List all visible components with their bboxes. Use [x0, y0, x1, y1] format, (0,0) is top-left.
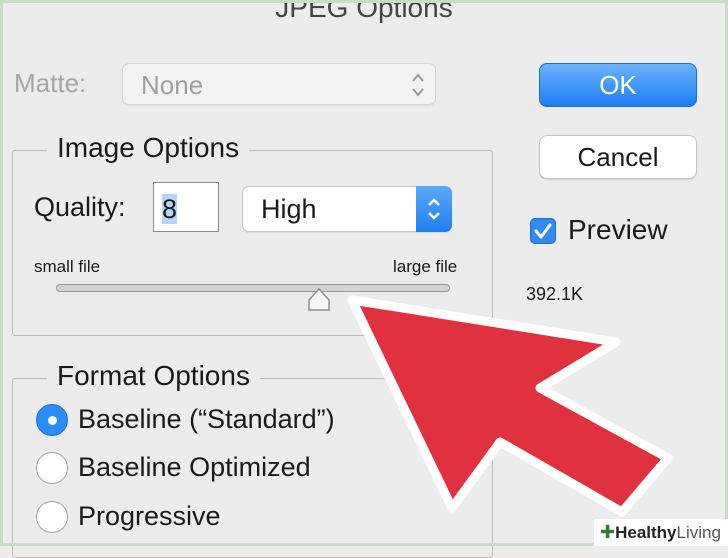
slider-min-label: small file	[34, 257, 101, 276]
red-arrow-icon	[347, 295, 673, 517]
up-down-chevrons-icon	[428, 198, 440, 220]
quality-preset-stepper[interactable]	[416, 186, 452, 232]
cancel-button[interactable]: Cancel	[539, 135, 697, 179]
quality-preset-value: High	[261, 194, 317, 224]
quality-slider-thumb[interactable]	[306, 287, 332, 313]
watermark-plus-icon: ✚	[600, 522, 616, 542]
matte-select-value: None	[141, 70, 204, 100]
image-options-title: Image Options	[47, 132, 250, 164]
matte-label: Matte:	[14, 68, 87, 98]
slider-max-label: large file	[393, 257, 458, 276]
watermark: ✚HealthyLiving	[594, 519, 728, 546]
preview-label: Preview	[568, 214, 668, 245]
matte-select[interactable]: None	[122, 63, 436, 105]
radio-label-baseline-standard: Baseline (“Standard”)	[78, 404, 335, 434]
quality-input-value: 8	[162, 194, 178, 224]
watermark-word1: Healthy	[615, 523, 677, 542]
up-down-chevrons-icon	[412, 73, 424, 97]
checkmark-icon	[534, 223, 552, 239]
radio-progressive[interactable]	[36, 501, 68, 533]
radio-baseline-optimized[interactable]	[36, 452, 68, 484]
preview-checkbox[interactable]	[530, 218, 556, 244]
radio-label-baseline-optimized: Baseline Optimized	[78, 452, 311, 482]
radio-baseline-standard[interactable]	[36, 404, 68, 436]
ok-button[interactable]: OK	[539, 63, 697, 107]
watermark-word2: Living	[676, 523, 721, 542]
quality-preset-select[interactable]: High	[242, 186, 452, 232]
format-options-title: Format Options	[47, 360, 260, 392]
quality-input[interactable]: 8	[153, 182, 219, 232]
quality-label: Quality:	[34, 192, 126, 222]
radio-label-progressive: Progressive	[78, 501, 221, 531]
dialog-title: JPEG Options	[275, 0, 453, 23]
